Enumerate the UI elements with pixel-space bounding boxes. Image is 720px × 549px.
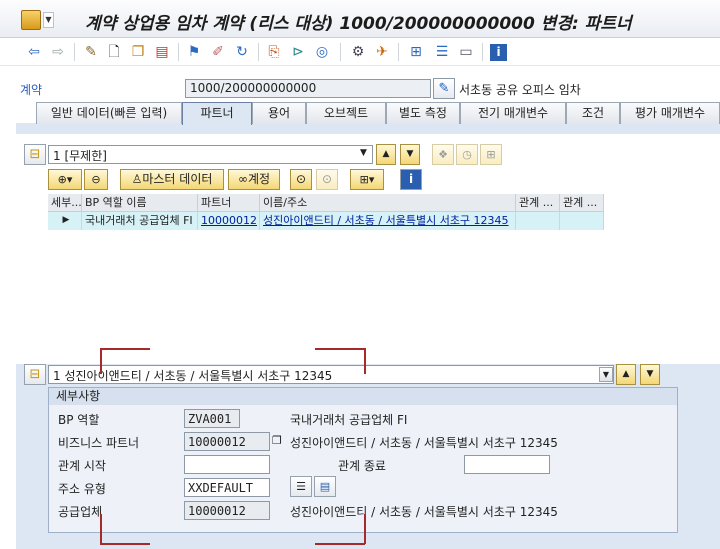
bp-desc: 성진아이앤드티 / 서초동 / 서울특별시 서초구 12345 [290, 436, 558, 450]
column-header[interactable]: BP 역할 이름 [82, 194, 198, 212]
column-header[interactable]: 세부... [48, 194, 82, 212]
addr-type-label: 주소 유형 [58, 482, 106, 496]
bp-role-field[interactable]: ZVA001 [184, 409, 240, 428]
display-change-icon[interactable]: ✎ [81, 42, 101, 62]
layout-icon[interactable]: ⊞▾ [350, 169, 384, 190]
details-title: 세부사항 [49, 388, 677, 405]
tab-strip: 일반 데이터(빠른 입력) 파트너 용어 오브젝트 별도 측정 전기 매개변수 … [16, 102, 720, 125]
tab-measurement[interactable]: 별도 측정 [386, 102, 460, 124]
tab-objects[interactable]: 오브젝트 [306, 102, 386, 124]
tab-partner[interactable]: 파트너 [182, 102, 252, 125]
rel-end-field[interactable] [464, 455, 550, 474]
annotation-mark [364, 514, 366, 544]
list-icon[interactable]: ☰ [432, 42, 452, 62]
structure-icon[interactable]: ⊞ [480, 144, 502, 165]
back-icon[interactable]: ⇦ [24, 42, 44, 62]
tab-valuation-params[interactable]: 평가 매개변수 [620, 102, 720, 124]
other-object-icon[interactable]: ⚑ [184, 42, 204, 62]
contract-description: 서초동 공유 오피스 임차 [459, 83, 581, 97]
bp-role-label: BP 역할 [58, 413, 100, 427]
addr-type-field[interactable]: XXDEFAULT [184, 478, 270, 497]
vendor-desc: 성진아이앤드티 / 서초동 / 서울특별시 서초구 12345 [290, 505, 558, 519]
screen-icon[interactable]: ▭ [456, 42, 476, 62]
copy-icon[interactable]: ❐ [272, 433, 286, 449]
table-cell-name[interactable]: 성진아이앤드티 / 서초동 / 서울특별시 서초구 12345 [260, 212, 516, 230]
add-row-icon[interactable]: ⊕▾ [48, 169, 82, 190]
column-header[interactable]: 관계 ... [516, 194, 560, 212]
prev-partner-button[interactable]: ▲ [616, 364, 636, 385]
partner-detail-icon[interactable]: ⊟ [24, 364, 46, 385]
table-cell-rel-end [560, 212, 604, 230]
filter-icon[interactable]: ❖ [432, 144, 454, 165]
relation-icon[interactable]: ⊳ [288, 42, 308, 62]
copy-icon[interactable]: ❐ [128, 42, 148, 62]
tab-terms[interactable]: 용어 [252, 102, 306, 124]
vendor-label: 공급업체 [58, 505, 103, 519]
account-button[interactable]: ∞계정 [228, 169, 280, 190]
rel-end-label: 관계 종료 [338, 459, 386, 473]
person-icon: ♙ [131, 172, 143, 186]
info-icon[interactable]: i [490, 44, 507, 61]
column-header[interactable]: 이름/주소 [260, 194, 516, 212]
find-icon[interactable]: ⊙ [290, 169, 312, 190]
bp-role-desc: 국내거래처 공급업체 FI [290, 413, 408, 427]
table-cell-partner[interactable]: 10000012 [198, 212, 260, 230]
annotation-mark [315, 348, 365, 350]
chevron-down-icon[interactable]: ▼ [599, 367, 613, 382]
app-menu-icon[interactable] [21, 10, 41, 30]
column-header[interactable]: 파트너 [198, 194, 260, 212]
next-partner-button[interactable]: ▼ [640, 364, 660, 385]
tab-posting-params[interactable]: 전기 매개변수 [460, 102, 566, 124]
settings-icon[interactable]: ⚙ [348, 42, 368, 62]
annotation-mark [100, 348, 150, 350]
pencil-icon[interactable]: ✐ [208, 42, 228, 62]
move-down-button[interactable]: ▼ [400, 144, 420, 165]
refresh-icon[interactable]: ↻ [232, 42, 252, 62]
link-icon: ∞ [237, 172, 248, 186]
chevron-down-icon[interactable]: ▼ [360, 148, 367, 158]
rel-start-label: 관계 시작 [58, 459, 106, 473]
annotation-mark [100, 543, 150, 545]
contract-label: 계약 [20, 83, 43, 97]
tab-general-data[interactable]: 일반 데이터(빠른 입력) [36, 102, 182, 124]
move-up-button[interactable]: ▲ [376, 144, 396, 165]
new-document-icon[interactable]: 🗋 [104, 42, 124, 62]
partner-select[interactable]: 1 성진아이앤드티 / 서초동 / 서울특별시 서초구 12345 [48, 365, 614, 384]
delete-row-icon[interactable]: ⊖ [84, 169, 108, 190]
forward-icon[interactable]: ⇨ [48, 42, 68, 62]
chevron-down-icon[interactable]: ▼ [43, 12, 54, 28]
annotation-mark [100, 514, 102, 544]
hierarchy-icon[interactable]: ⊞ [406, 42, 426, 62]
address-book-icon[interactable]: ▤ [314, 476, 336, 497]
annotation-mark [364, 348, 366, 374]
tools-icon[interactable]: ✈ [372, 42, 392, 62]
find-next-icon[interactable]: ⊙ [316, 169, 338, 190]
contract-field: 1000/200000000000 [185, 79, 431, 98]
object-icon[interactable]: ⎘ [264, 42, 284, 62]
address-icon[interactable]: ☰ [290, 476, 312, 497]
rel-start-field[interactable] [184, 455, 270, 474]
tab-conditions[interactable]: 조건 [566, 102, 620, 124]
vendor-field[interactable]: 10000012 [184, 501, 270, 520]
globe-icon[interactable]: ◎ [312, 42, 332, 62]
bp-field[interactable]: 10000012 [184, 432, 270, 451]
row-selector[interactable]: ▶ [48, 212, 82, 230]
table-cell-rel-start [516, 212, 560, 230]
info-icon[interactable]: i [400, 169, 422, 190]
partner-view-select[interactable]: 1 [무제한] [48, 145, 373, 164]
table-cell-role: 국내거래처 공급업체 FI [82, 212, 198, 230]
column-header[interactable]: 관계 ... [560, 194, 604, 212]
bp-label: 비즈니스 파트너 [58, 436, 140, 450]
partner-view-icon[interactable]: ⊟ [24, 144, 46, 165]
clock-icon[interactable]: ◷ [456, 144, 478, 165]
window-title: 계약 상업용 임차 계약 (리스 대상) 1000/200000000000 변… [85, 14, 632, 34]
delete-icon[interactable]: ▤ [152, 42, 172, 62]
master-data-button[interactable]: ♙마스터 데이터 [120, 169, 224, 190]
annotation-mark [315, 543, 365, 545]
edit-pencil-button[interactable]: ✎ [433, 78, 455, 99]
annotation-mark [100, 348, 102, 374]
